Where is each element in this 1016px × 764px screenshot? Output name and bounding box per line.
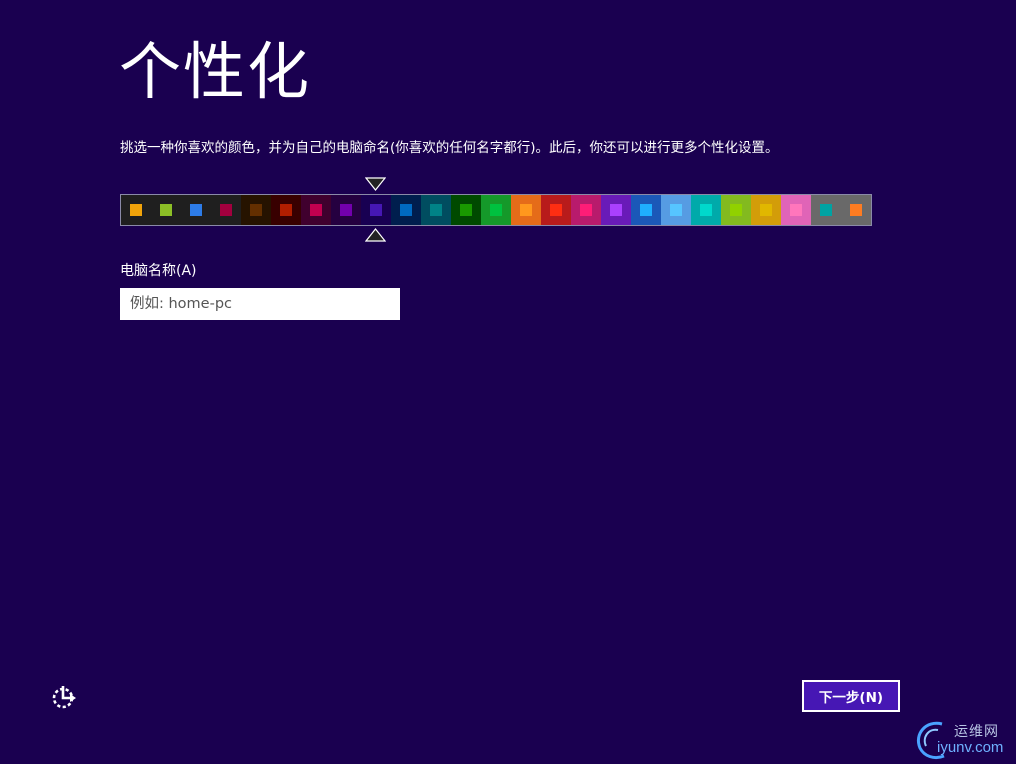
color-swatch[interactable]	[181, 195, 211, 225]
selected-color-marker-top	[365, 177, 386, 191]
color-swatch[interactable]	[271, 195, 301, 225]
color-swatch[interactable]	[571, 195, 601, 225]
computer-name-input[interactable]	[120, 288, 400, 320]
color-swatch-dot	[460, 204, 472, 216]
watermark-en-text: iyunv.com	[937, 739, 1004, 756]
color-swatch-dot	[850, 204, 862, 216]
color-swatch[interactable]	[361, 195, 391, 225]
computer-name-label: 电脑名称(A)	[120, 263, 197, 279]
color-swatch[interactable]	[841, 195, 871, 225]
selected-color-marker-bottom	[365, 228, 386, 242]
color-swatch[interactable]	[751, 195, 781, 225]
color-swatch-dot	[340, 204, 352, 216]
color-swatch[interactable]	[601, 195, 631, 225]
color-swatch-dot	[760, 204, 772, 216]
color-swatch[interactable]	[331, 195, 361, 225]
page-title: 个性化	[119, 35, 312, 108]
color-swatch-dot	[220, 204, 232, 216]
color-swatch[interactable]	[781, 195, 811, 225]
color-swatch-dot	[550, 204, 562, 216]
color-palette	[120, 194, 872, 226]
color-swatch-dot	[430, 204, 442, 216]
color-swatch[interactable]	[421, 195, 451, 225]
watermark: 运维网 iyunv.com	[912, 716, 1012, 762]
color-swatch-dot	[580, 204, 592, 216]
color-swatch[interactable]	[241, 195, 271, 225]
color-swatch[interactable]	[511, 195, 541, 225]
color-swatch-dot	[400, 204, 412, 216]
color-swatch-dot	[670, 204, 682, 216]
color-swatch-dot	[370, 204, 382, 216]
color-swatch-dot	[160, 204, 172, 216]
color-swatch-dot	[820, 204, 832, 216]
color-swatch-dot	[700, 204, 712, 216]
color-swatch[interactable]	[301, 195, 331, 225]
color-swatch-dot	[190, 204, 202, 216]
next-button[interactable]: 下一步(N)	[802, 680, 900, 712]
color-swatch-dot	[310, 204, 322, 216]
color-swatch[interactable]	[211, 195, 241, 225]
color-swatch[interactable]	[151, 195, 181, 225]
color-swatch[interactable]	[811, 195, 841, 225]
color-swatch-dot	[490, 204, 502, 216]
color-swatch[interactable]	[541, 195, 571, 225]
color-swatch-dot	[280, 204, 292, 216]
color-swatch-dot	[730, 204, 742, 216]
color-swatch-dot	[640, 204, 652, 216]
color-swatch[interactable]	[721, 195, 751, 225]
color-swatch[interactable]	[661, 195, 691, 225]
color-swatch[interactable]	[631, 195, 661, 225]
color-swatch[interactable]	[451, 195, 481, 225]
color-swatch-dot	[610, 204, 622, 216]
ease-of-access-icon[interactable]	[50, 683, 78, 711]
color-swatch[interactable]	[691, 195, 721, 225]
color-swatch[interactable]	[481, 195, 511, 225]
color-swatch-dot	[520, 204, 532, 216]
color-swatch-dot	[250, 204, 262, 216]
color-swatch[interactable]	[391, 195, 421, 225]
color-swatch-dot	[130, 204, 142, 216]
instructions-text: 挑选一种你喜欢的颜色，并为自己的电脑命名(你喜欢的任何名字都行)。此后，你还可以…	[120, 140, 779, 156]
watermark-cn-text: 运维网	[954, 724, 999, 740]
color-swatch[interactable]	[121, 195, 151, 225]
color-swatch-dot	[790, 204, 802, 216]
